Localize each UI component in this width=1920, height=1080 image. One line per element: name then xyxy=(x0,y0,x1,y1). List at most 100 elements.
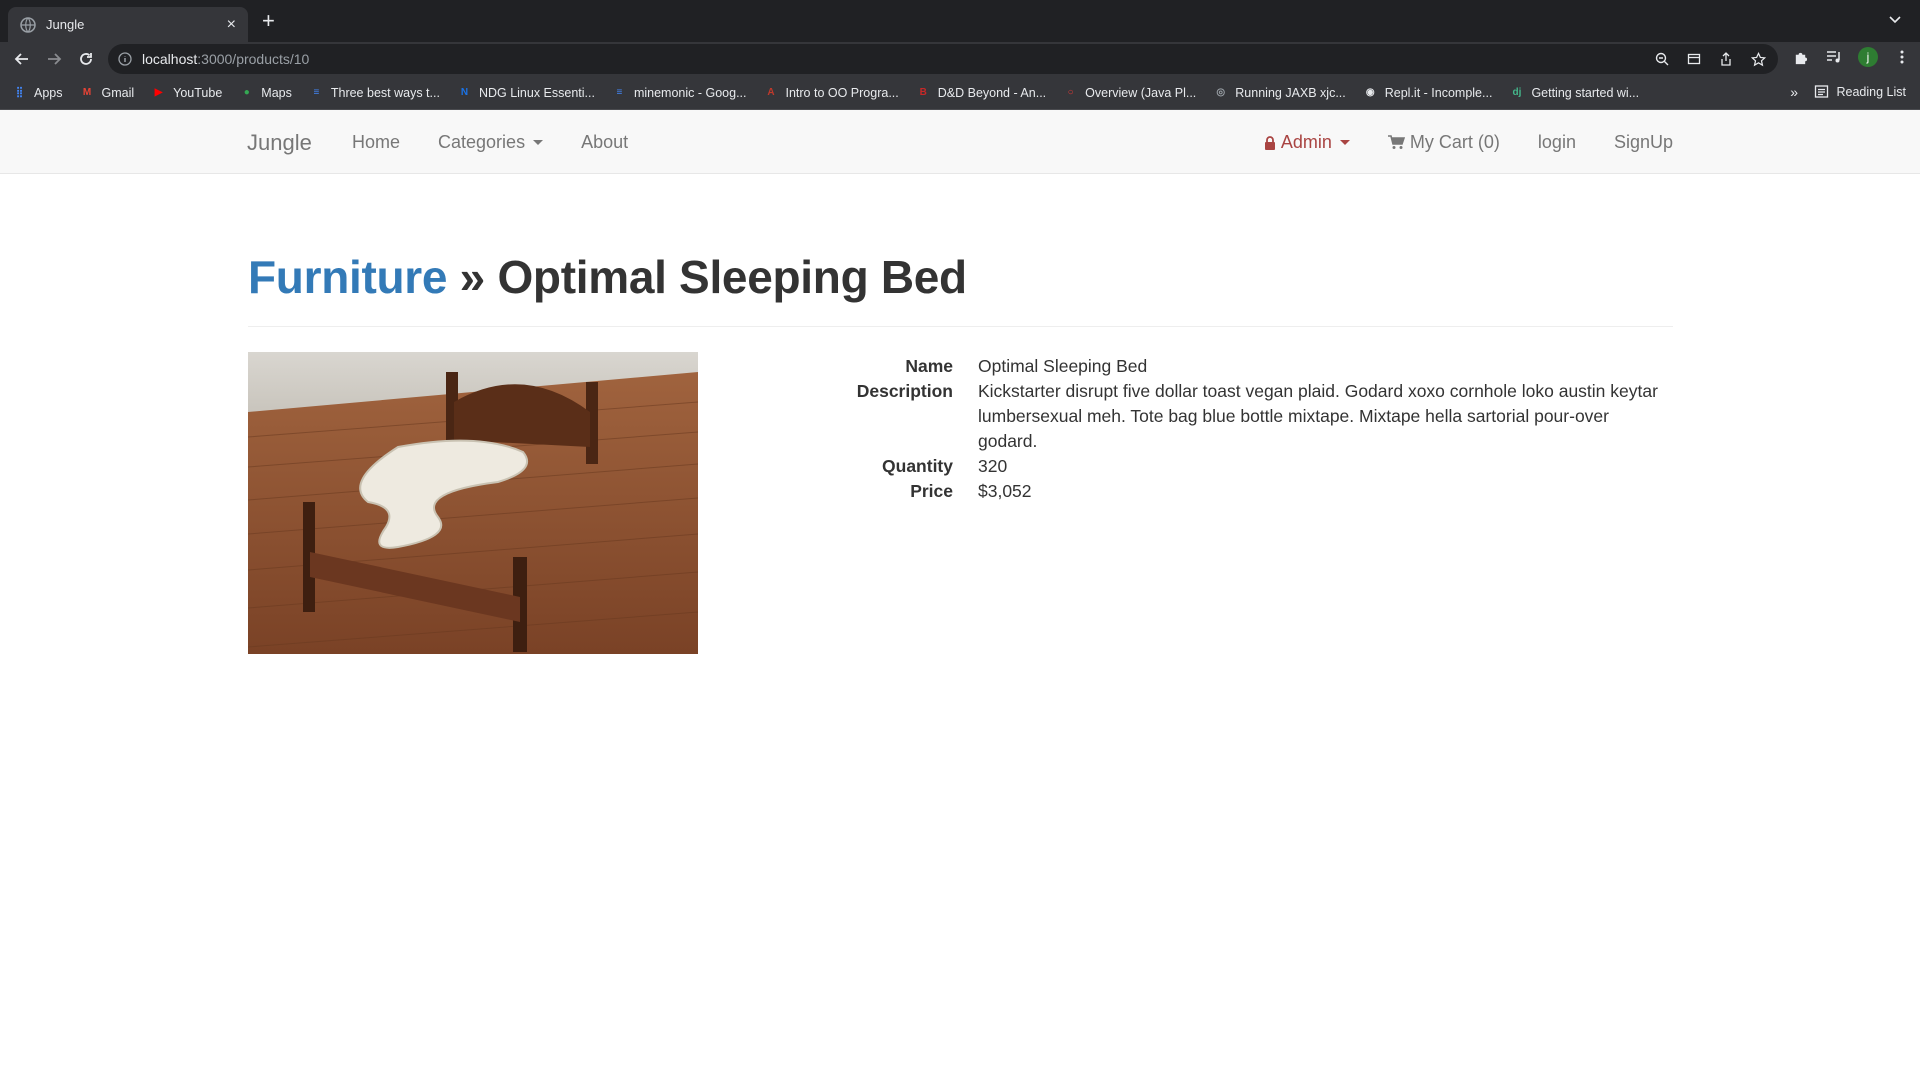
nav-categories-dropdown[interactable]: Categories xyxy=(438,132,544,153)
bookmarks-bar: ⣿ Apps M Gmail ▶ YouTube ● Maps ≡ Three best ways… xyxy=(0,76,1920,110)
bookmark-item[interactable]: ◎ Running JAXB xjc... xyxy=(1213,85,1345,100)
description-label: Description xyxy=(856,381,953,401)
bookmark-item[interactable]: ▶ YouTube xyxy=(151,85,222,100)
product-page: Furniture » Optimal Sleeping Bed Name Op… xyxy=(248,230,1673,662)
bookmark-label: Maps xyxy=(261,85,292,100)
detail-row-quantity: Quantity 320 xyxy=(808,454,1673,479)
product-image xyxy=(248,352,698,654)
page-header: Furniture » Optimal Sleeping Bed xyxy=(248,250,1673,327)
description-value: Kickstarter disrupt five dollar toast ve… xyxy=(978,381,1658,451)
category-link[interactable]: Furniture xyxy=(248,251,447,303)
bookmark-label: NDG Linux Essenti... xyxy=(478,85,595,100)
url-path: :3000/products/10 xyxy=(197,51,310,67)
caret-down-icon xyxy=(533,140,544,145)
brand-link[interactable]: Jungle xyxy=(247,130,312,156)
breadcrumb-separator: » xyxy=(447,251,498,303)
shopping-cart-icon xyxy=(1387,135,1405,149)
bookmark-item[interactable]: M Gmail xyxy=(80,85,135,100)
bookmark-label: Gmail xyxy=(101,85,135,100)
quantity-label: Quantity xyxy=(882,456,953,476)
bookmark-item[interactable]: ≡ minemonic - Goog... xyxy=(612,85,747,100)
browser-tab-strip: Jungle × + xyxy=(0,0,1920,42)
bookmark-label: D&D Beyond - An... xyxy=(937,85,1047,100)
page-title: Furniture » Optimal Sleeping Bed xyxy=(248,250,1673,304)
bookmark-item[interactable]: ⣿ Apps xyxy=(12,85,63,100)
caret-down-icon xyxy=(1339,140,1350,145)
bookmark-label: Repl.it - Incomple... xyxy=(1384,85,1493,100)
bookmark-item[interactable]: dj Getting started wi... xyxy=(1509,85,1639,100)
apps-grid-icon: ⣿ xyxy=(15,87,24,98)
nav-login-link[interactable]: login xyxy=(1538,132,1576,153)
site-navbar: Jungle Home Categories About Admin My Ca… xyxy=(0,110,1920,174)
product-details: Name Optimal Sleeping Bed Description Ki… xyxy=(808,354,1673,504)
bookmark-label: Getting started wi... xyxy=(1531,85,1640,100)
media-queue-icon[interactable] xyxy=(1824,47,1844,67)
bookmark-item[interactable]: ◉ Repl.it - Incomple... xyxy=(1363,85,1493,100)
bookmark-label: Intro to OO Progra... xyxy=(785,85,899,100)
detail-row-price: Price $3,052 xyxy=(808,479,1673,504)
globe-icon: ◎ xyxy=(1216,87,1226,98)
youtube-icon: ▶ xyxy=(154,87,163,98)
bookmark-item[interactable]: ● Maps xyxy=(239,85,292,100)
reading-list-label: Reading List xyxy=(1836,84,1907,99)
tab-search-chevron-icon[interactable] xyxy=(1888,12,1902,26)
forward-icon[interactable] xyxy=(40,45,68,73)
replit-icon: ◉ xyxy=(1365,87,1375,98)
profile-avatar[interactable]: j xyxy=(1858,47,1878,67)
price-value: $3,052 xyxy=(978,481,1032,501)
browser-toolbar: localhost:3000/products/10 j xyxy=(0,42,1920,76)
nav-about-link[interactable]: About xyxy=(581,132,628,153)
bookmark-label: Overview (Java Pl... xyxy=(1085,85,1197,100)
extensions-puzzle-icon[interactable] xyxy=(1790,47,1810,67)
bookmark-label: Apps xyxy=(34,85,63,100)
detail-row-name: Name Optimal Sleeping Bed xyxy=(808,354,1673,379)
reload-icon[interactable] xyxy=(72,45,100,73)
name-value: Optimal Sleeping Bed xyxy=(978,356,1148,376)
bookmark-item[interactable]: N NDG Linux Essenti... xyxy=(457,85,595,100)
reading-list-button[interactable]: Reading List xyxy=(1814,84,1907,99)
nav-categories-label: Categories xyxy=(438,132,526,152)
bookmark-label: minemonic - Goog... xyxy=(633,85,747,100)
url-host: localhost xyxy=(142,51,198,67)
bookmark-label: Running JAXB xjc... xyxy=(1235,85,1346,100)
nav-admin-dropdown[interactable]: Admin xyxy=(1264,132,1350,153)
tab-title: Jungle xyxy=(46,17,85,32)
browser-tab[interactable]: Jungle × xyxy=(8,7,248,42)
gmail-icon: M xyxy=(82,87,92,98)
name-label: Name xyxy=(905,356,953,376)
oracle-icon: ○ xyxy=(1067,87,1074,98)
nav-cart-label: My Cart (0) xyxy=(1409,132,1500,152)
dndbeyond-icon: B xyxy=(919,87,927,98)
product-title: Optimal Sleeping Bed xyxy=(497,251,967,303)
globe-icon xyxy=(20,16,36,33)
quantity-value: 320 xyxy=(978,456,1008,476)
product-detail: Name Optimal Sleeping Bed Description Ki… xyxy=(248,352,1673,662)
reader-mode-icon[interactable] xyxy=(1684,49,1704,69)
bookmark-item[interactable]: B D&D Beyond - An... xyxy=(916,85,1047,100)
nav-cart-link[interactable]: My Cart (0) xyxy=(1387,132,1500,153)
nav-signup-link[interactable]: SignUp xyxy=(1614,132,1673,153)
zoom-icon[interactable] xyxy=(1652,49,1672,69)
ndg-icon: N xyxy=(460,87,469,98)
browser-menu-icon[interactable] xyxy=(1892,47,1912,67)
nav-home-link[interactable]: Home xyxy=(352,132,400,153)
share-icon[interactable] xyxy=(1716,49,1736,69)
maps-pin-icon: ● xyxy=(243,87,250,98)
bookmark-label: YouTube xyxy=(173,85,223,100)
page-icon: A xyxy=(767,87,775,98)
docs-icon: ≡ xyxy=(313,87,320,98)
new-tab-icon[interactable]: + xyxy=(262,10,275,32)
back-icon[interactable] xyxy=(8,45,36,73)
site-info-icon[interactable] xyxy=(118,52,132,66)
price-label: Price xyxy=(910,481,953,501)
bookmark-item[interactable]: ○ Overview (Java Pl... xyxy=(1063,85,1197,100)
bookmarks-overflow-icon[interactable]: » xyxy=(1790,84,1798,100)
bookmark-star-icon[interactable] xyxy=(1748,49,1768,69)
bookmark-item[interactable]: A Intro to OO Progra... xyxy=(764,85,899,100)
detail-row-description: Description Kickstarter disrupt five dol… xyxy=(808,379,1673,454)
lock-icon xyxy=(1264,135,1275,150)
docs-icon: ≡ xyxy=(616,87,623,98)
address-bar[interactable]: localhost:3000/products/10 xyxy=(108,44,1778,74)
tab-close-icon[interactable]: × xyxy=(227,16,236,33)
bookmark-item[interactable]: ≡ Three best ways t... xyxy=(309,85,440,100)
